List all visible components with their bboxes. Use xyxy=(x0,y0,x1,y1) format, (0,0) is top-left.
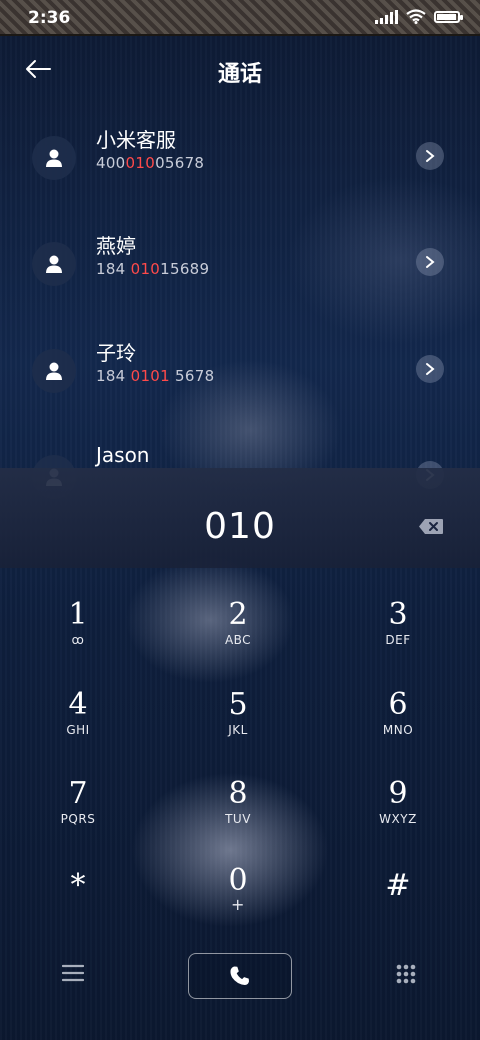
header: 通话 xyxy=(0,40,480,100)
person-icon xyxy=(46,149,62,167)
chevron-right-icon xyxy=(426,256,435,268)
key-8[interactable]: 8 TUV xyxy=(183,778,293,848)
keypad-icon xyxy=(396,964,416,984)
contact-name: Jason xyxy=(96,443,150,467)
key-4[interactable]: 4 GHI xyxy=(23,689,133,759)
signal-icon xyxy=(375,9,398,24)
phone-icon xyxy=(230,966,249,985)
contact-name: 子玲 xyxy=(96,341,136,365)
key-1[interactable]: 1 ꝏ xyxy=(23,599,133,669)
wifi-icon xyxy=(406,9,426,24)
contact-detail-button[interactable] xyxy=(416,355,444,383)
call-button[interactable] xyxy=(188,953,292,999)
key-2[interactable]: 2 ABC xyxy=(183,599,293,669)
dialed-number: 010 xyxy=(204,506,276,547)
menu-button[interactable] xyxy=(61,964,85,986)
key-7[interactable]: 7 PQRS xyxy=(23,778,133,848)
status-time: 2:36 xyxy=(28,8,71,28)
contact-number: 184 0101 5678 xyxy=(96,367,215,385)
keypad-toggle-button[interactable] xyxy=(395,963,417,989)
contact-name: 燕婷 xyxy=(96,234,136,258)
key-0[interactable]: 0 + xyxy=(183,865,293,935)
contact-detail-button[interactable] xyxy=(416,142,444,170)
dialpad: 010 1 ꝏ 2 ABC 3 DEF 4 GHI 5 JKL 6 MNO 7 … xyxy=(0,468,480,1040)
backspace-icon xyxy=(419,519,443,534)
key-5[interactable]: 5 JKL xyxy=(183,689,293,759)
key-3[interactable]: 3 DEF xyxy=(343,599,453,669)
delete-button[interactable] xyxy=(418,518,444,535)
chevron-right-icon xyxy=(426,150,435,162)
contact-row[interactable]: 小米客服 40001005678 xyxy=(0,128,480,226)
page-title: 通话 xyxy=(217,62,262,87)
avatar xyxy=(32,136,76,180)
battery-icon xyxy=(434,10,463,23)
person-icon xyxy=(46,362,62,380)
key-6[interactable]: 6 MNO xyxy=(343,689,453,759)
number-entry: 010 xyxy=(0,468,480,568)
avatar xyxy=(32,349,76,393)
menu-icon xyxy=(61,964,85,982)
voicemail-icon: ꝏ xyxy=(71,633,85,647)
contact-name: 小米客服 xyxy=(96,128,176,152)
key-hash[interactable]: # xyxy=(343,870,453,940)
chevron-right-icon xyxy=(426,363,435,375)
contact-number: 184 01015689 xyxy=(96,260,210,278)
person-icon xyxy=(46,255,62,273)
key-star[interactable]: * xyxy=(23,870,133,940)
contact-detail-button[interactable] xyxy=(416,248,444,276)
key-9[interactable]: 9 WXYZ xyxy=(343,778,453,848)
status-icons xyxy=(375,9,463,24)
contact-row[interactable]: 子玲 184 0101 5678 xyxy=(0,341,480,439)
avatar xyxy=(32,242,76,286)
contact-number: 40001005678 xyxy=(96,154,205,172)
contact-row[interactable]: 燕婷 184 01015689 xyxy=(0,234,480,332)
status-bar: 2:36 xyxy=(0,0,480,36)
